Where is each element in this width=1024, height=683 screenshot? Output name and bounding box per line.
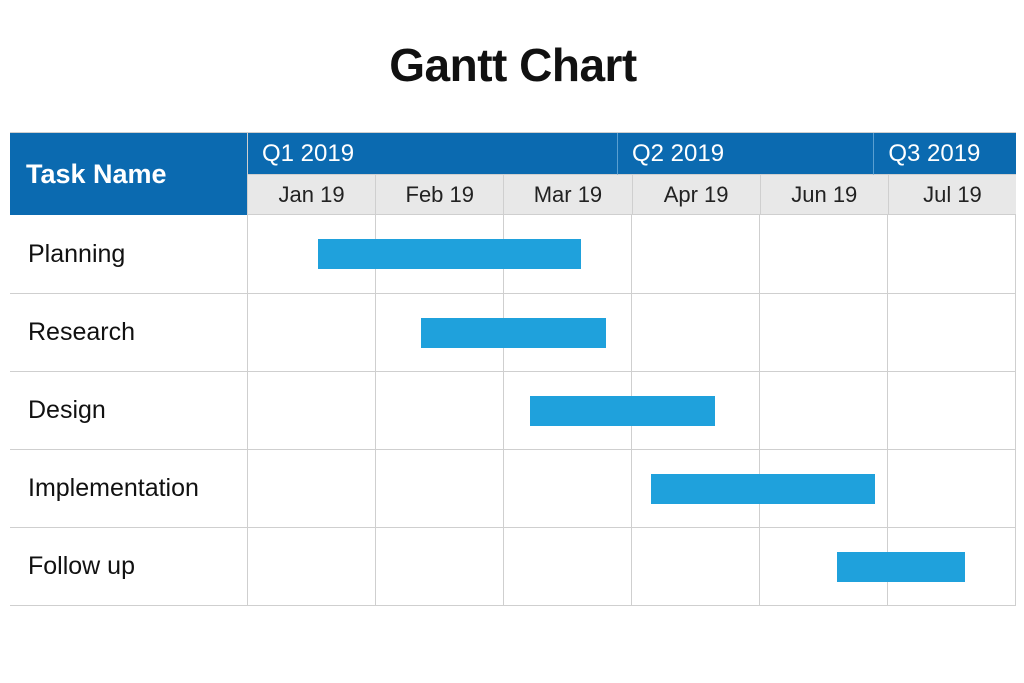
grid-cell: [248, 528, 376, 605]
task-rows: PlanningResearchDesignImplementationFoll…: [10, 215, 1016, 605]
grid-cell: [376, 372, 504, 449]
month-header: Apr 19: [633, 175, 761, 215]
quarter-header: Q2 2019: [618, 133, 874, 175]
task-track: [248, 215, 1016, 293]
month-header: Jan 19: [248, 175, 376, 215]
quarter-header: Q3 2019: [874, 133, 1016, 175]
grid-cell: [632, 528, 760, 605]
task-label: Follow up: [10, 528, 248, 605]
task-row: Design: [10, 371, 1016, 449]
grid-cell: [888, 372, 1016, 449]
gantt-chart-page: Gantt Chart Task Name Q1 2019Q2 2019Q3 2…: [0, 0, 1024, 683]
month-header: Jun 19: [761, 175, 889, 215]
grid-cell: [888, 215, 1016, 293]
grid-cell: [376, 450, 504, 527]
grid-cell: [504, 450, 632, 527]
time-header: Q1 2019Q2 2019Q3 2019 Jan 19Feb 19Mar 19…: [248, 133, 1016, 215]
task-bar: [421, 318, 607, 348]
task-bar: [651, 474, 875, 504]
task-bar: [318, 239, 580, 269]
task-track: [248, 372, 1016, 449]
task-label: Research: [10, 294, 248, 371]
grid-cell: [760, 294, 888, 371]
grid-cell: [504, 528, 632, 605]
grid-cell: [376, 528, 504, 605]
grid-cell: [248, 450, 376, 527]
grid-cell: [760, 215, 888, 293]
task-row: Research: [10, 293, 1016, 371]
grid-cell: [888, 450, 1016, 527]
task-row: Planning: [10, 215, 1016, 293]
task-label: Design: [10, 372, 248, 449]
task-track: [248, 528, 1016, 605]
grid-cell: [632, 215, 760, 293]
grid-cell: [888, 294, 1016, 371]
quarter-row: Q1 2019Q2 2019Q3 2019: [248, 133, 1016, 175]
task-label: Implementation: [10, 450, 248, 527]
gantt-chart: Task Name Q1 2019Q2 2019Q3 2019 Jan 19Fe…: [10, 132, 1016, 606]
grid-cell: [248, 294, 376, 371]
grid-cell: [760, 372, 888, 449]
grid-cell: [248, 372, 376, 449]
task-name-header: Task Name: [10, 133, 248, 215]
task-row: Follow up: [10, 527, 1016, 605]
task-row: Implementation: [10, 449, 1016, 527]
month-header: Feb 19: [376, 175, 504, 215]
task-bar: [530, 396, 716, 426]
task-bar: [837, 552, 965, 582]
month-header: Mar 19: [504, 175, 632, 215]
task-track: [248, 294, 1016, 371]
task-label: Planning: [10, 215, 248, 293]
quarter-header: Q1 2019: [248, 133, 618, 175]
grid-cell: [632, 294, 760, 371]
month-row: Jan 19Feb 19Mar 19Apr 19Jun 19Jul 19: [248, 175, 1016, 215]
chart-title: Gantt Chart: [10, 38, 1016, 92]
header-row: Task Name Q1 2019Q2 2019Q3 2019 Jan 19Fe…: [10, 133, 1016, 215]
month-header: Jul 19: [889, 175, 1016, 215]
task-track: [248, 450, 1016, 527]
